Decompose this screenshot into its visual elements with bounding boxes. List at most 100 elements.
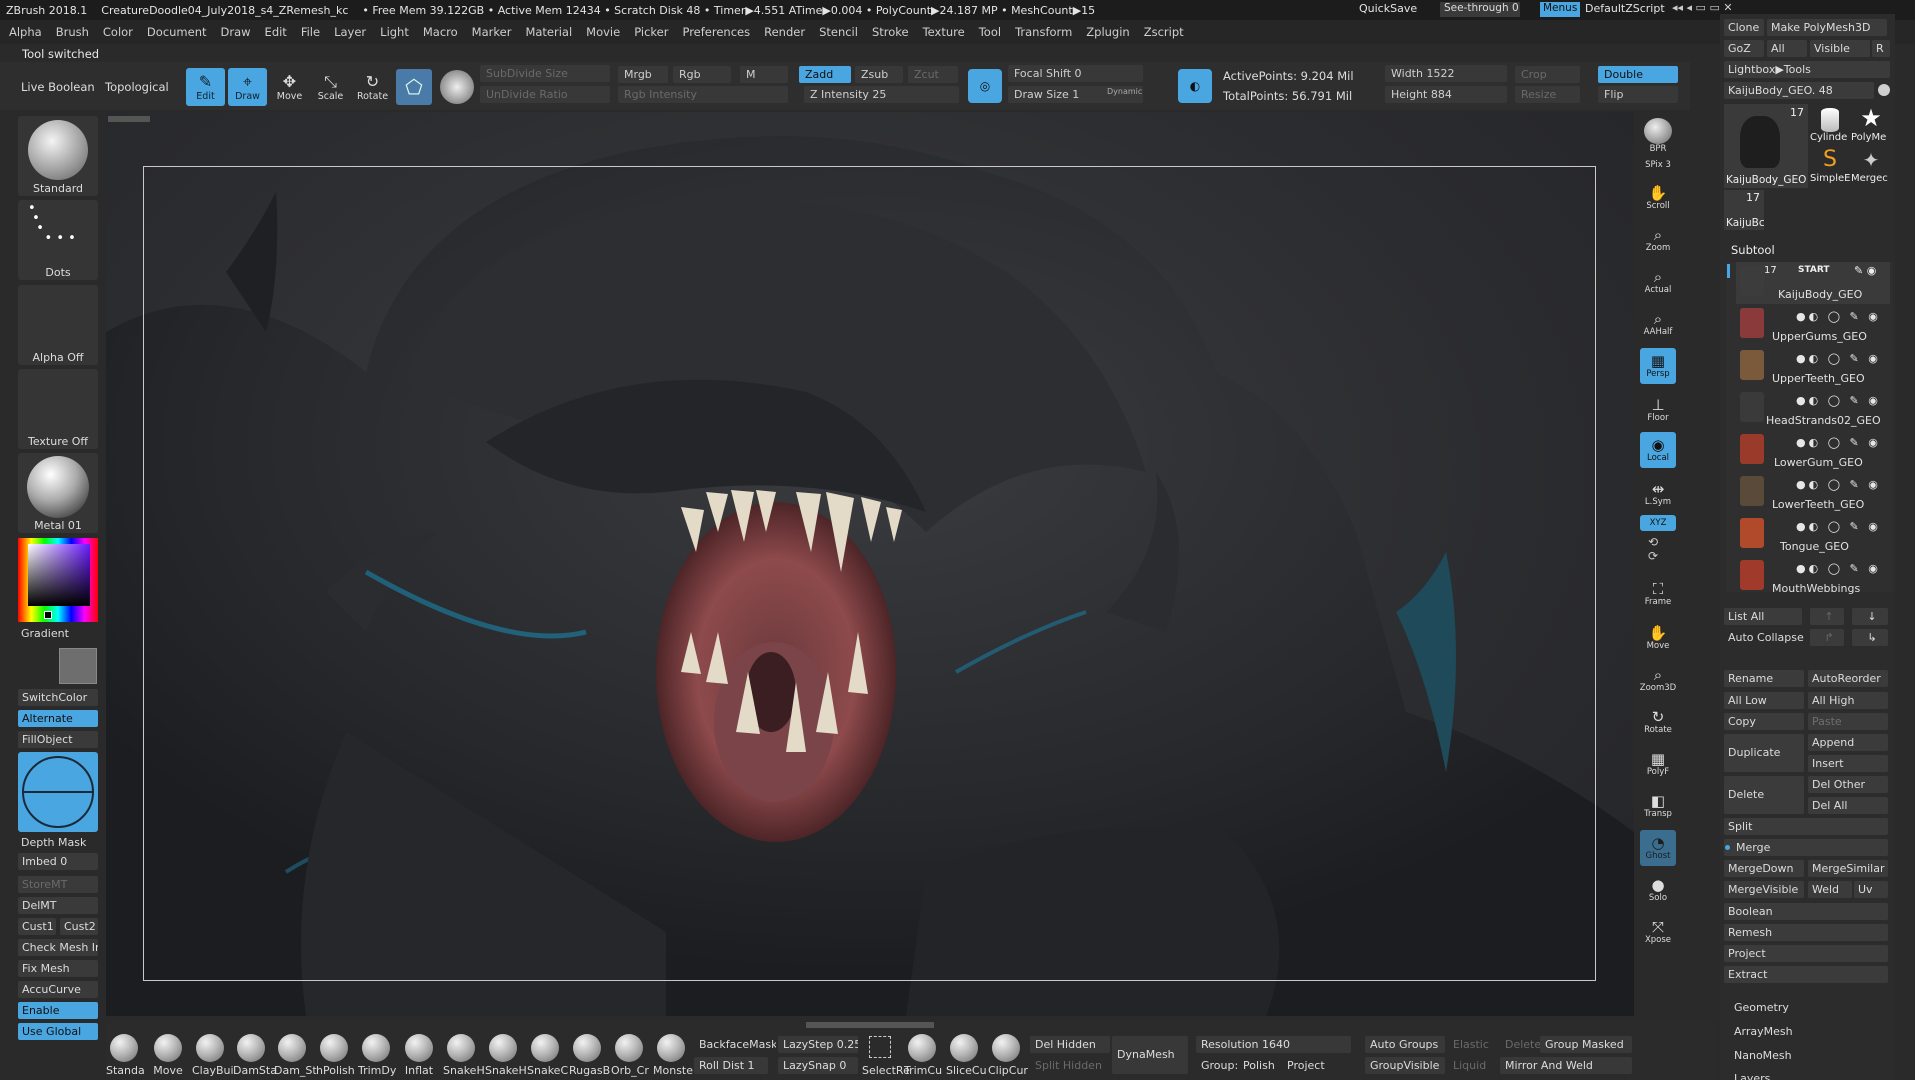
menus-button[interactable]: Menus [1540, 2, 1580, 17]
menu-texture[interactable]: Texture [923, 25, 965, 39]
tool-thumbnail-simple[interactable]: S SimpleE [1810, 147, 1850, 189]
subtool-toggles-icon[interactable]: ●◐ ◯ ✎ ◉ [1796, 520, 1881, 533]
geometry-menu[interactable]: Geometry [1730, 999, 1890, 1016]
zadd-button[interactable]: Zadd [799, 66, 851, 83]
color-saturation-box[interactable] [28, 544, 90, 606]
aahalf-button[interactable]: ⌕ AAHalf [1640, 306, 1676, 342]
menu-marker[interactable]: Marker [472, 25, 512, 39]
menu-picker[interactable]: Picker [634, 25, 668, 39]
rgb-intensity-slider[interactable]: Rgb Intensity [618, 86, 788, 103]
delete-button[interactable]: Delete [1724, 776, 1804, 814]
arrow-down-right-icon[interactable]: ↳ [1852, 629, 1888, 646]
dynamic-toggle[interactable]: Dynamic [1107, 87, 1142, 96]
flip-button[interactable]: Flip [1598, 86, 1678, 103]
lazystep-slider[interactable]: LazyStep 0.25 [778, 1036, 858, 1053]
subtool-toggles-icon[interactable]: ●◐ ◯ ✎ ◉ [1796, 310, 1881, 323]
cust1-button[interactable]: Cust1 [18, 918, 56, 935]
project-toggle[interactable]: Project [1282, 1057, 1342, 1074]
live-boolean-button[interactable]: Live Boolean [21, 80, 95, 94]
z-intensity-slider[interactable]: Z Intensity 25 [804, 86, 959, 103]
undivide-ratio-slider[interactable]: UnDivide Ratio [480, 86, 610, 103]
menu-layer[interactable]: Layer [334, 25, 366, 39]
bpr-button[interactable]: BPR [1640, 118, 1676, 154]
split-hidden-button[interactable]: Split Hidden [1030, 1057, 1110, 1074]
subtool-row-lowergum[interactable]: ●◐ ◯ ✎ ◉ LowerGum_GEO [1736, 430, 1890, 472]
solo-button[interactable]: ● Solo [1640, 872, 1676, 908]
delete-group-button[interactable]: Delete [1500, 1036, 1540, 1053]
persp-button[interactable]: ▦ Persp [1640, 348, 1676, 384]
brush-dam-st[interactable]: Dam_St [274, 1034, 317, 1077]
selectrect-tool[interactable]: SelectRe [862, 1034, 910, 1077]
menu-render[interactable]: Render [764, 25, 805, 39]
floor-button[interactable]: ⊥ Floor [1640, 392, 1676, 428]
auto-groups-button[interactable]: Auto Groups [1365, 1036, 1445, 1053]
canvas-scroll-handle[interactable] [108, 116, 150, 122]
height-slider[interactable]: Height 884 [1385, 86, 1507, 103]
menu-movie[interactable]: Movie [586, 25, 620, 39]
frame-button[interactable]: ⛶ Frame [1640, 576, 1676, 612]
menu-macro[interactable]: Macro [423, 25, 458, 39]
subtool-toggles-icon[interactable]: ●◐ ◯ ✎ ◉ [1796, 394, 1881, 407]
subtool-toggles-icon[interactable]: ●◐ ◯ ✎ ◉ [1796, 436, 1881, 449]
zsub-button[interactable]: Zsub [855, 66, 903, 83]
extract-menu[interactable]: Extract [1724, 966, 1888, 983]
brush-standard[interactable]: Standa [106, 1034, 145, 1077]
paste-button[interactable]: Paste [1808, 713, 1888, 730]
make-polymesh-button[interactable]: Make PolyMesh3D [1767, 19, 1887, 36]
del-all-button[interactable]: Del All [1808, 797, 1888, 814]
alpha-selector[interactable]: Alpha Off [18, 285, 98, 365]
subtool-toggles-icon[interactable]: ●◐ ◯ ✎ ◉ [1796, 562, 1881, 575]
menu-draw[interactable]: Draw [221, 25, 251, 39]
goz-button[interactable]: GoZ [1724, 40, 1764, 57]
del-other-button[interactable]: Del Other [1808, 776, 1888, 793]
imbed-slider[interactable]: Imbed 0 [18, 853, 98, 870]
brush-selector[interactable]: Standard [18, 116, 98, 196]
rotate-button[interactable]: ↻ Rotate [353, 68, 392, 106]
trimcurve-tool[interactable]: TrimCu [904, 1034, 942, 1077]
subtool-row-tongue[interactable]: ●◐ ◯ ✎ ◉ Tongue_GEO [1736, 514, 1890, 556]
arrow-right-icon[interactable]: ↱ [1810, 629, 1844, 646]
tool-color-icon[interactable] [1878, 84, 1890, 96]
crop-button[interactable]: Crop [1515, 66, 1580, 83]
color-picker[interactable] [18, 538, 98, 622]
menu-zplugin[interactable]: Zplugin [1086, 25, 1129, 39]
merge-menu[interactable]: Merge [1724, 839, 1888, 856]
zcut-button[interactable]: Zcut [908, 66, 958, 83]
switchcolor-button[interactable]: SwitchColor [18, 689, 98, 706]
menu-light[interactable]: Light [380, 25, 409, 39]
project-menu[interactable]: Project [1724, 945, 1888, 962]
subtool-row-uppergums[interactable]: ●◐ ◯ ✎ ◉ UpperGums_GEO [1736, 304, 1890, 346]
tool-thumbnail-merged[interactable]: ✦ Mergec [1851, 147, 1891, 189]
groupvisible-button[interactable]: GroupVisible [1365, 1057, 1445, 1074]
boolean-menu[interactable]: Boolean [1724, 903, 1888, 920]
xyz-button[interactable]: XYZ [1640, 515, 1676, 531]
see-through-slider[interactable]: See-through 0 [1440, 2, 1520, 17]
backfacemask-button[interactable]: BackfaceMask [694, 1036, 776, 1053]
subtool-row-headstrands[interactable]: ●◐ ◯ ✎ ◉ HeadStrands02_GEO [1736, 388, 1890, 430]
check-mesh-button[interactable]: Check Mesh In [18, 939, 98, 956]
stroke-options-icon[interactable]: ◎ [968, 69, 1002, 103]
menu-material[interactable]: Material [525, 25, 572, 39]
elastic-toggle[interactable]: Elastic [1448, 1036, 1498, 1053]
menu-transform[interactable]: Transform [1015, 25, 1072, 39]
rename-button[interactable]: Rename [1724, 670, 1804, 687]
slicecurve-tool[interactable]: SliceCu [946, 1034, 987, 1077]
subtool-row-mouthwebbings[interactable]: ●◐ ◯ ✎ ◉ MouthWebbings [1736, 556, 1890, 598]
brush-hpolish[interactable]: hPolish [316, 1034, 355, 1077]
brush-rugas[interactable]: RugasB [569, 1034, 610, 1077]
mirror-and-weld-button[interactable]: Mirror And Weld [1500, 1057, 1632, 1074]
weld-button[interactable]: Weld [1808, 881, 1852, 898]
goz-all-button[interactable]: All [1767, 40, 1807, 57]
storemt-button[interactable]: StoreMT [18, 876, 98, 893]
zoom-button[interactable]: ⌕ Zoom [1640, 222, 1676, 258]
fix-mesh-button[interactable]: Fix Mesh [18, 960, 98, 977]
subtool-header[interactable]: Subtool [1731, 243, 1775, 257]
group-masked-button[interactable]: Group Masked [1540, 1036, 1632, 1053]
goz-visible-button[interactable]: Visible [1810, 40, 1870, 57]
clipcurve-tool[interactable]: ClipCur [988, 1034, 1028, 1077]
goz-r-button[interactable]: R [1872, 40, 1890, 57]
polish-toggle[interactable]: Polish [1238, 1057, 1284, 1074]
enable-button[interactable]: Enable [18, 1002, 98, 1019]
insert-button[interactable]: Insert [1808, 755, 1888, 772]
clone-button[interactable]: Clone [1724, 19, 1764, 36]
